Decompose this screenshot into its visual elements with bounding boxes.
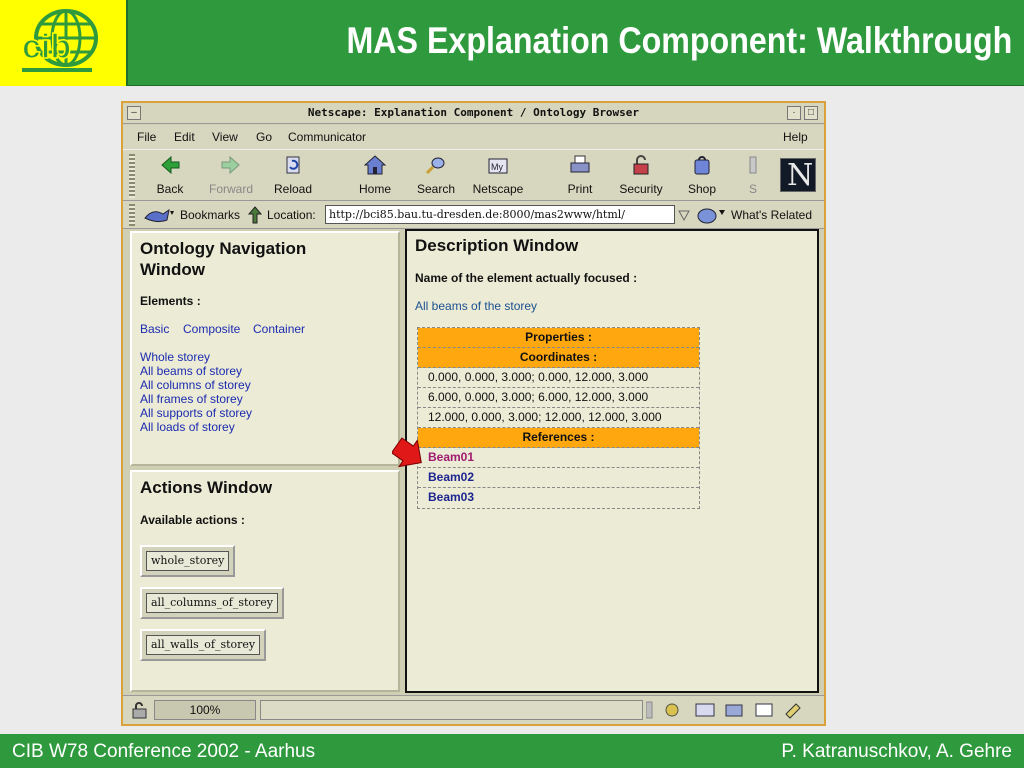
properties-header: Properties : xyxy=(418,328,699,348)
nav-tab-composite[interactable]: Composite xyxy=(183,322,240,336)
shop-bag-icon xyxy=(694,156,710,175)
url-dropdown-icon[interactable] xyxy=(678,207,690,223)
conference-label: CIB W78 Conference 2002 - Aarhus xyxy=(12,741,316,762)
whats-related-icon[interactable] xyxy=(696,205,726,225)
forward-button[interactable]: Forward xyxy=(201,154,261,200)
nav-tab-container[interactable]: Container xyxy=(253,322,305,336)
focused-element-name: All beams of the storey xyxy=(415,299,538,313)
menu-communicator[interactable]: Communicator xyxy=(288,130,366,144)
all-columns-of-storey-button[interactable]: all_columns_of_storey xyxy=(140,587,285,619)
coordinate-row: 6.000, 0.000, 3.000; 6.000, 12.000, 3.00… xyxy=(418,388,699,408)
netscape-button[interactable]: My Netscape xyxy=(468,154,528,200)
status-message xyxy=(260,700,643,720)
home-button[interactable]: Home xyxy=(345,154,405,200)
red-arrow-icon xyxy=(392,437,422,468)
menu-help[interactable]: Help xyxy=(783,130,808,144)
print-icon xyxy=(570,155,590,173)
references-header: References : xyxy=(418,428,699,448)
maximize-button[interactable]: □ xyxy=(804,106,818,120)
back-button[interactable]: Back xyxy=(140,154,200,200)
nav-item-beams[interactable]: All beams of storey xyxy=(140,364,242,378)
print-button[interactable]: Print xyxy=(550,154,610,200)
cib-logo: cib xyxy=(0,0,128,86)
search-icon xyxy=(425,157,445,175)
stop-icon xyxy=(749,156,757,174)
location-label: Location: xyxy=(267,208,316,222)
component-bar xyxy=(645,700,818,720)
netscape-throbber-logo[interactable]: N xyxy=(780,158,816,192)
navigation-toolbar: Back Forward Reload Home Search My Netsc… xyxy=(123,149,824,201)
svg-text:My: My xyxy=(491,162,503,172)
elements-label: Elements : xyxy=(140,294,201,308)
location-grip[interactable] xyxy=(129,204,135,226)
slide-header: cib MAS Explanation Component: Walkthrou… xyxy=(0,0,1024,86)
reload-icon xyxy=(286,156,300,174)
actions-frame: Actions Window Available actions : whole… xyxy=(130,470,400,692)
frameset-content: Ontology Navigation Window Elements : Ba… xyxy=(128,229,819,695)
available-actions-label: Available actions : xyxy=(140,513,245,527)
authors-label: P. Katranuschkov, A. Gehre xyxy=(781,741,1012,762)
coordinates-header: Coordinates : xyxy=(418,348,699,368)
progress-indicator: 100% xyxy=(154,700,256,720)
nav-frame-title: Ontology Navigation Window xyxy=(140,239,307,279)
focus-label: Name of the element actually focused : xyxy=(415,271,638,285)
toolbar-grip[interactable] xyxy=(129,154,135,198)
search-button[interactable]: Search xyxy=(406,154,466,200)
reference-link-beam03[interactable]: Beam03 xyxy=(418,488,699,508)
ontology-navigation-frame: Ontology Navigation Window Elements : Ba… xyxy=(130,231,400,466)
reference-link-beam02[interactable]: Beam02 xyxy=(418,468,699,488)
menu-bar: File Edit View Go Communicator Help xyxy=(123,125,824,149)
menu-view[interactable]: View xyxy=(212,130,238,144)
security-button[interactable]: Security xyxy=(611,154,671,200)
window-titlebar[interactable]: – Netscape: Explanation Component / Onto… xyxy=(123,103,824,124)
security-lock-icon xyxy=(633,155,649,175)
stop-button[interactable]: S xyxy=(743,154,763,200)
minimize-button[interactable]: · xyxy=(787,106,801,120)
window-title: Netscape: Explanation Component / Ontolo… xyxy=(307,106,640,119)
whole-storey-button[interactable]: whole_storey xyxy=(140,545,236,577)
netscape-window: – Netscape: Explanation Component / Onto… xyxy=(121,101,826,726)
coordinate-row: 0.000, 0.000, 3.000; 0.000, 12.000, 3.00… xyxy=(418,368,699,388)
home-icon xyxy=(364,155,386,175)
menu-edit[interactable]: Edit xyxy=(174,130,195,144)
forward-arrow-icon xyxy=(221,155,240,175)
globe-logo-icon: cib xyxy=(21,9,98,72)
coordinate-row: 12.000, 0.000, 3.000; 12.000, 12.000, 3.… xyxy=(418,408,699,428)
nav-item-frames[interactable]: All frames of storey xyxy=(140,392,243,406)
status-bar: 100% xyxy=(123,695,824,724)
menu-file[interactable]: File xyxy=(137,130,156,144)
shop-button[interactable]: Shop xyxy=(672,154,732,200)
component-bar-icons[interactable] xyxy=(645,700,818,720)
slide-footer: CIB W78 Conference 2002 - Aarhus P. Katr… xyxy=(0,734,1024,768)
slide-title: MAS Explanation Component: Walkthrough xyxy=(346,20,1012,61)
svg-text:cib: cib xyxy=(22,28,71,66)
nav-item-columns[interactable]: All columns of storey xyxy=(140,378,251,392)
all-walls-of-storey-button[interactable]: all_walls_of_storey xyxy=(140,629,267,661)
location-toolbar: Bookmarks Location: http://bci85.bau.tu-… xyxy=(123,201,824,229)
bookmarks-icon[interactable] xyxy=(143,206,175,224)
nav-item-loads[interactable]: All loads of storey xyxy=(140,420,235,434)
description-frame: Description Window Name of the element a… xyxy=(405,229,819,693)
whats-related-button[interactable]: What's Related xyxy=(731,208,812,222)
location-url-input[interactable]: http://bci85.bau.tu-dresden.de:8000/mas2… xyxy=(325,205,675,224)
reference-link-beam01[interactable]: Beam01 xyxy=(418,448,699,468)
nav-tab-basic[interactable]: Basic xyxy=(140,322,169,336)
element-description-table: Properties : Coordinates : 0.000, 0.000,… xyxy=(417,327,700,509)
security-status-icon[interactable] xyxy=(131,702,149,720)
back-arrow-icon xyxy=(161,155,180,175)
page-proxy-icon[interactable] xyxy=(246,205,264,225)
nav-item-whole-storey[interactable]: Whole storey xyxy=(140,350,210,364)
netscape-icon: My xyxy=(488,158,508,174)
nav-item-supports[interactable]: All supports of storey xyxy=(140,406,252,420)
menu-go[interactable]: Go xyxy=(256,130,272,144)
actions-frame-title: Actions Window xyxy=(140,478,273,497)
bookmarks-label[interactable]: Bookmarks xyxy=(180,208,240,222)
description-frame-title: Description Window xyxy=(415,236,579,255)
reload-button[interactable]: Reload xyxy=(263,154,323,200)
